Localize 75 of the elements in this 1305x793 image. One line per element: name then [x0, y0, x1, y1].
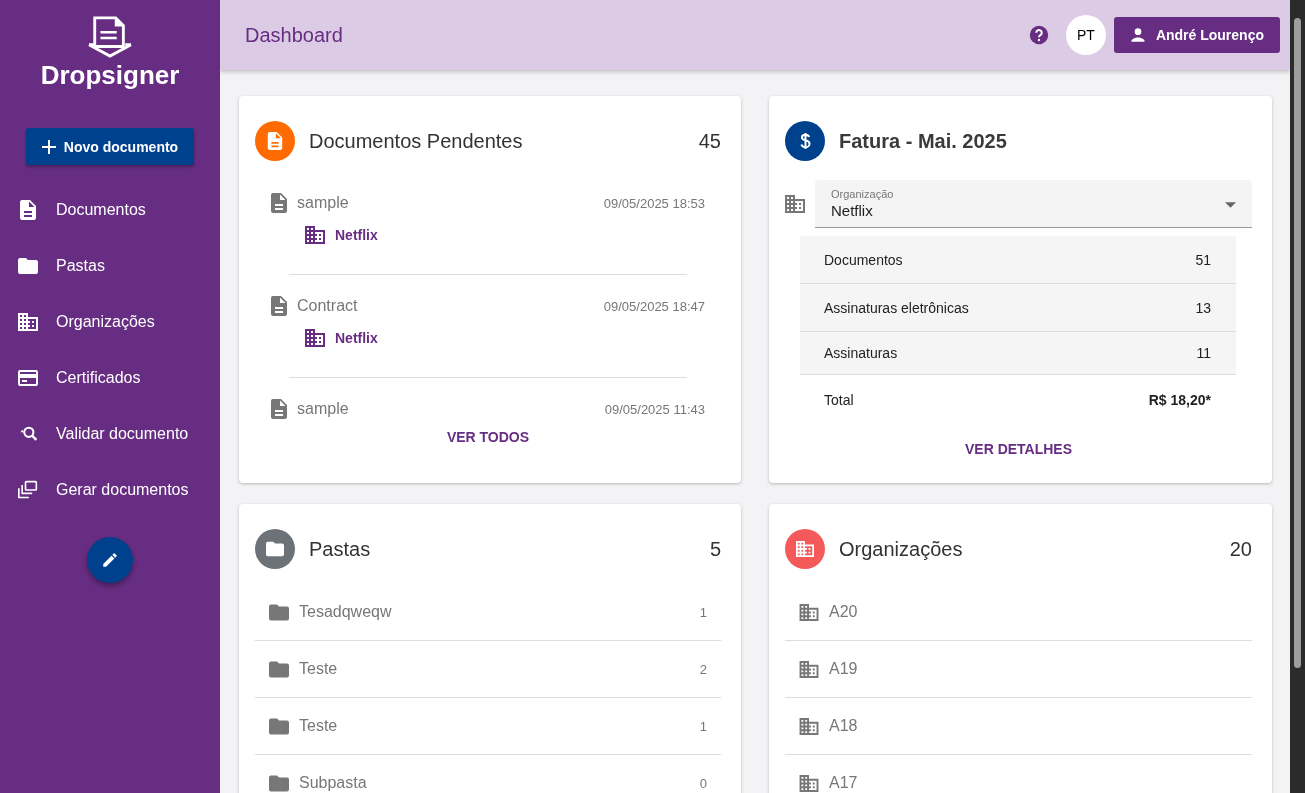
language-button[interactable]: PT	[1065, 15, 1106, 55]
building-icon	[799, 603, 819, 621]
edit-fab-button[interactable]	[87, 537, 133, 583]
logo-text: Dropsigner	[40, 60, 180, 91]
user-button[interactable]: André Lourenço	[1113, 17, 1280, 53]
sidebar-item[interactable]: Gerar documentos	[0, 462, 220, 518]
document-icon	[18, 200, 38, 220]
caret-icon	[1225, 202, 1236, 208]
document-name[interactable]: Contract	[297, 297, 594, 315]
folder-row[interactable]: Tesadqweqw 1	[255, 584, 721, 641]
view-details-button[interactable]: VER DETALHES	[956, 435, 1081, 463]
sidebar-item[interactable]: Documentos	[0, 182, 220, 238]
folder-row[interactable]: Teste 1	[255, 698, 721, 755]
plus-icon	[41, 139, 56, 154]
sidebar-item[interactable]: Organizações	[0, 294, 220, 350]
organization-name: Netflix	[335, 227, 378, 243]
table-cell: 11	[1196, 345, 1211, 361]
table-cell: Assinaturas eletrônicas	[824, 299, 969, 316]
table-cell: 51	[1195, 251, 1211, 268]
organization-row[interactable]: A17	[785, 755, 1252, 793]
document-icon	[271, 193, 287, 213]
table-cell: 13	[1195, 299, 1211, 316]
sidebar-item[interactable]: Validar documento	[0, 406, 220, 462]
building-icon	[799, 717, 819, 735]
document-icon	[271, 296, 287, 316]
page-title: Dashboard	[245, 23, 343, 47]
total-value: R$ 18,20*	[1148, 392, 1211, 408]
card-title: Pastas	[309, 537, 372, 561]
document-date: 09/05/2025 11:43	[604, 401, 705, 417]
organization-row[interactable]: A20	[785, 584, 1252, 641]
card-count: 45	[698, 129, 721, 153]
document-date: 09/05/2025 18:47	[603, 298, 705, 314]
folder-icon	[266, 540, 284, 558]
folder-row[interactable]: Teste 2	[255, 641, 721, 698]
folder-icon	[18, 256, 38, 276]
folder-icon	[269, 717, 289, 735]
building-icon	[305, 226, 325, 244]
organization-row[interactable]: A18	[785, 698, 1252, 755]
stacked-windows-icon	[18, 480, 38, 500]
organization-select[interactable]: Organização Netflix	[815, 180, 1252, 228]
pencil-icon	[101, 551, 119, 569]
view-all-button[interactable]: VER TODOS	[438, 423, 538, 451]
folder-row[interactable]: Subpasta 0	[255, 755, 721, 793]
card-title: Documentos Pendentes	[309, 129, 524, 153]
sidebar-item[interactable]: Certificados	[0, 350, 220, 406]
table-cell: Documentos	[824, 251, 903, 268]
building-icon	[785, 195, 805, 213]
help-icon[interactable]	[1027, 24, 1050, 46]
card-icon	[18, 368, 38, 388]
card-title: Fatura - Mai. 2025	[839, 129, 1008, 153]
building-icon	[799, 774, 819, 792]
sidebar-item[interactable]: Pastas	[0, 238, 220, 294]
document-icon	[271, 399, 287, 419]
document-date: 09/05/2025 18:53	[603, 195, 705, 211]
card-count: 20	[1229, 537, 1252, 561]
building-icon	[305, 329, 325, 347]
new-document-button[interactable]: Novo documento	[26, 128, 194, 165]
folder-icon	[269, 774, 289, 792]
building-icon	[799, 660, 819, 678]
document-icon	[266, 132, 284, 150]
document-name[interactable]: sample	[297, 400, 595, 418]
dollar-icon	[799, 132, 811, 150]
organization-row[interactable]: A19	[785, 641, 1252, 698]
card-title: Organizações	[839, 537, 964, 561]
folder-icon	[269, 603, 289, 621]
card-count: 5	[709, 537, 721, 561]
scrollbar[interactable]	[1290, 0, 1305, 793]
folder-icon	[269, 660, 289, 678]
building-icon	[18, 312, 38, 332]
search-icon	[18, 424, 38, 444]
total-label: Total	[824, 392, 854, 408]
table-cell: Assinaturas	[824, 345, 898, 361]
document-name[interactable]: sample	[297, 194, 594, 212]
building-icon	[796, 540, 814, 558]
organization-name: Netflix	[335, 330, 378, 346]
